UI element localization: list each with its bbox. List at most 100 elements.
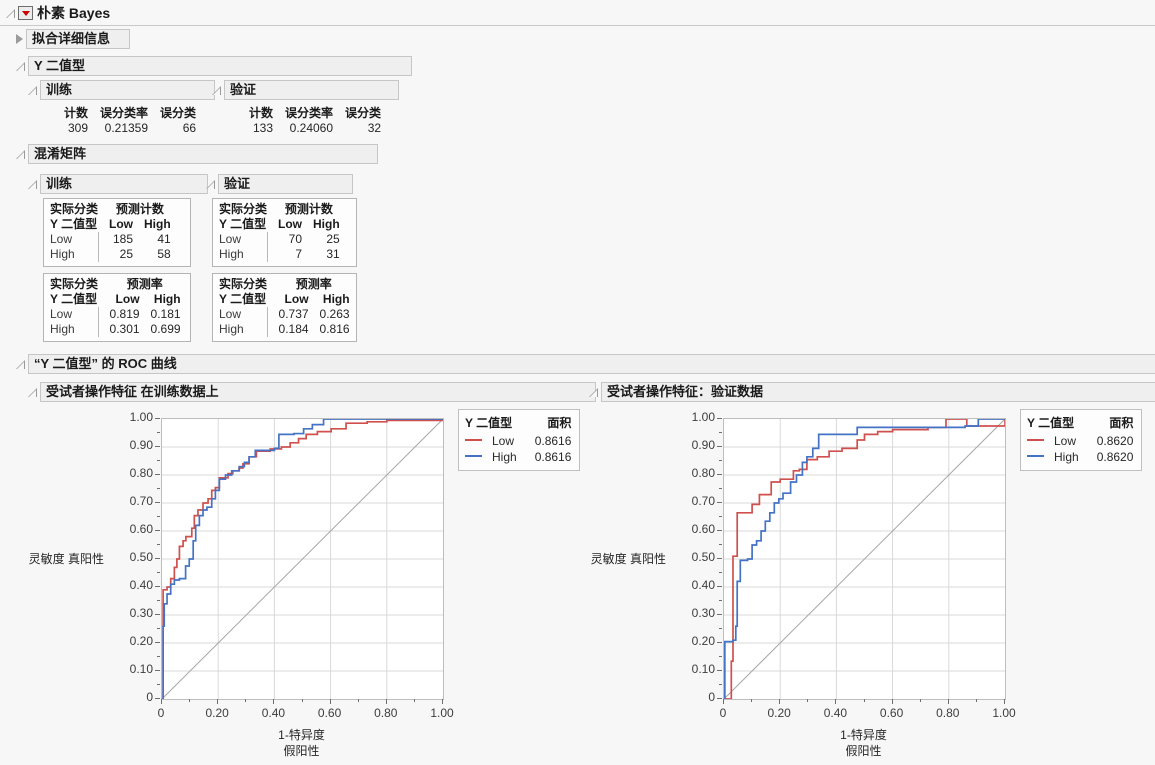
legend-label-high: High [492,449,535,465]
node-confusion-matrix[interactable]: 混淆矩阵 [16,144,378,164]
cm-y-label: Y 二值型 [219,217,267,232]
cm-row-low: Low [219,307,267,322]
legend-label-low: Low [492,433,535,449]
col-misclass-rate: 误分类率 [88,104,148,121]
cm-row-high: High [219,247,267,262]
disclosure-open-icon[interactable] [589,388,598,397]
x-tick [161,699,162,704]
y-axis-tick-label: 1.00 [665,410,715,424]
x-tick [386,699,387,704]
node-training-stats[interactable]: 训练 [28,80,215,100]
col-count: 计数 [52,104,88,121]
node-cm-training-label: 训练 [40,174,208,194]
node-validation-label: 验证 [224,80,399,100]
y-axis-tick-label: 0.30 [103,606,153,620]
y-tick-minor [719,544,722,545]
disclosure-closed-icon[interactable] [16,34,23,44]
legend-swatch-low [1027,433,1054,449]
x-axis-tick-label: 0 [143,706,179,720]
cm-cell: 0.184 [267,322,309,337]
disclosure-open-icon[interactable] [16,360,25,369]
red-triangle-menu-icon[interactable] [18,6,33,20]
disclosure-open-icon[interactable] [16,150,25,159]
legend-item-low[interactable]: Low 0.8620 [1027,433,1133,449]
cm-col-low: Low [267,292,309,307]
x-axis-label-secondary: 假阳性 [683,742,1044,759]
x-tick-minor [245,699,246,702]
x-tick [779,699,780,704]
y-axis-label: 灵敏度 真阳性 [581,550,666,567]
y-tick [155,642,160,643]
x-tick [442,699,443,704]
node-validation-stats[interactable]: 验证 [212,80,399,100]
plot-area [723,418,1006,700]
legend-area-high: 0.8620 [1097,449,1134,465]
x-tick [835,699,836,704]
node-roc-training-label: 受试者操作特征 在训练数据上 [40,382,596,402]
cm-cell: 41 [133,232,171,247]
validation-stats-table: 计数 误分类率 误分类 133 0.24060 32 [237,104,381,135]
y-tick [155,698,160,699]
legend-label-high: High [1054,449,1097,465]
y-tick [155,446,160,447]
x-axis-tick-label: 0.60 [874,706,910,720]
y-tick [717,418,722,419]
node-fit-details[interactable]: 拟合详细信息 [16,29,130,49]
disclosure-open-icon[interactable] [6,9,15,18]
cm-validation-rates: 实际分类 预测率 Y 二值型 Low High Low 0.737 0.263 … [212,273,357,342]
table-row: High 0.301 0.699 [50,322,181,337]
x-tick-minor [414,699,415,702]
cm-cell: 7 [267,247,302,262]
legend-swatch-high [1027,449,1054,465]
node-cm-validation[interactable]: 验证 [206,174,353,194]
x-axis-label-secondary: 假阳性 [121,742,482,759]
x-tick [948,699,949,704]
cm-col-high: High [302,217,340,232]
y-tick [717,502,722,503]
cm-training-rates: 实际分类 预测率 Y 二值型 Low High Low 0.819 0.181 … [43,273,191,342]
y-axis-tick-label: 0.60 [665,522,715,536]
cm-cell: 0.699 [140,322,181,337]
x-tick-minor [302,699,303,702]
node-roc-validation[interactable]: 受试者操作特征：验证数据 [589,382,1155,402]
node-roc-training[interactable]: 受试者操作特征 在训练数据上 [28,382,596,402]
y-tick [717,586,722,587]
node-roc-section[interactable]: “Y 二值型” 的 ROC 曲线 [16,354,1155,374]
node-cm-training[interactable]: 训练 [28,174,208,194]
y-tick-minor [157,656,160,657]
y-axis-label: 灵敏度 真阳性 [19,550,104,567]
plot-area [161,418,444,700]
y-axis-tick-label: 0.40 [103,578,153,592]
x-axis-tick-label: 0.80 [930,706,966,720]
disclosure-open-icon[interactable] [28,388,37,397]
col-misclass: 误分类 [333,104,381,121]
cm-row-high: High [219,322,267,337]
node-y-binary[interactable]: Y 二值型 [16,56,412,76]
y-axis-tick-label: 1.00 [103,410,153,424]
y-tick-minor [719,684,722,685]
legend-header-class: Y 二值型 [465,414,535,433]
disclosure-open-icon[interactable] [28,86,37,95]
x-tick [273,699,274,704]
disclosure-open-icon[interactable] [28,180,37,189]
legend-header-area: 面积 [535,414,572,433]
y-tick [155,614,160,615]
x-tick-minor [189,699,190,702]
disclosure-open-icon[interactable] [212,86,221,95]
y-tick-minor [719,600,722,601]
disclosure-open-icon[interactable] [206,180,215,189]
cm-cell: 0.263 [309,307,350,322]
disclosure-open-icon[interactable] [16,62,25,71]
node-confusion-matrix-label: 混淆矩阵 [28,144,378,164]
legend-item-low[interactable]: Low 0.8616 [465,433,571,449]
train-misclass-rate: 0.21359 [88,121,148,135]
table-row: High 0.184 0.816 [219,322,350,337]
x-axis-tick-label: 0.20 [761,706,797,720]
y-tick-minor [157,628,160,629]
legend-item-high[interactable]: High 0.8620 [1027,449,1133,465]
y-axis-tick-label: 0 [665,690,715,704]
legend-item-high[interactable]: High 0.8616 [465,449,571,465]
report-title-row[interactable]: 朴素 Bayes [6,3,110,23]
node-roc-section-label: “Y 二值型” 的 ROC 曲线 [28,354,1155,374]
y-tick-minor [719,432,722,433]
